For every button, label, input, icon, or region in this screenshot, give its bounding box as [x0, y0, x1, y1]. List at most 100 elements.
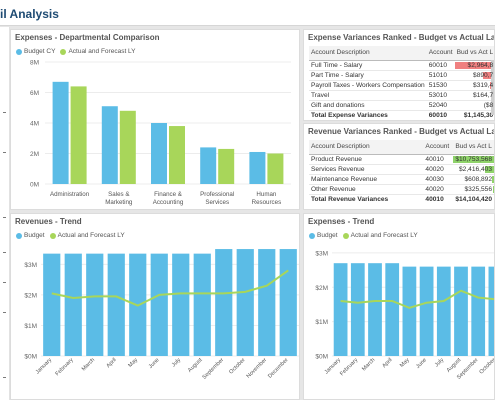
x-tick-label: Sales & — [108, 191, 130, 198]
x-tick-label: October — [478, 357, 495, 375]
cell-variance: $890,7 — [454, 70, 494, 81]
x-tick-label: September — [202, 357, 226, 381]
column-header-bud-vs-act[interactable]: Bud vs Act L — [453, 140, 494, 155]
cell-account-description: Gift and donations — [309, 100, 427, 111]
edge-mark — [3, 217, 6, 218]
cell-account-description: Travel — [309, 90, 427, 101]
bar-budget — [419, 266, 434, 356]
table-row[interactable]: Travel 53010 $164,7 — [309, 90, 494, 101]
legend-item-actual-ly[interactable]: Actual and Forecast LY — [49, 232, 125, 239]
total-label: Total Expense Variances — [309, 109, 427, 120]
column-header-account[interactable]: Account — [423, 140, 454, 155]
cell-variance: $2,416,403 — [453, 164, 494, 175]
variance-bar — [492, 185, 494, 193]
expense-variances-panel: Expense Variances Ranked - Budget vs Act… — [303, 29, 495, 121]
revenues-trend-panel: Revenues - Trend Budget Actual and Forec… — [10, 213, 300, 400]
legend-swatch — [342, 232, 349, 239]
expenses-trend-chart: $0M$1M$2M$3MJanuaryFebruary March April May… — [315, 250, 495, 381]
x-tick-label: December — [267, 357, 290, 380]
panel-title: Expenses - Departmental Comparison — [15, 33, 160, 42]
departmental-bar-chart: 0M 2M 4M 6M 8M Administration Sales &Marketing… — [30, 60, 291, 206]
cell-account: 40020 — [423, 184, 454, 195]
legend-swatch — [16, 48, 22, 55]
total-value: $1,145,30 — [454, 109, 494, 120]
legend-label: Budget CY — [24, 48, 56, 55]
x-tick-label: Administration — [50, 191, 90, 198]
legend-item-actual-ly[interactable]: Actual and Forecast LY — [60, 48, 136, 55]
bar-budget — [107, 253, 125, 356]
page-title: il Analysis — [0, 7, 59, 21]
bar-budget — [258, 249, 276, 356]
left-edge-strip — [0, 27, 10, 400]
cell-account: 52040 — [426, 100, 455, 111]
bar-actual — [218, 148, 235, 184]
cell-account-description: Services Revenue — [309, 164, 424, 175]
x-tick-label: Accounting — [153, 199, 184, 206]
legend-item-budget[interactable]: Budget — [16, 232, 45, 239]
x-tick-label: June — [415, 357, 428, 370]
bar-budget — [333, 263, 348, 356]
bar-budget — [279, 249, 297, 356]
legend-swatch — [16, 232, 22, 239]
x-tick-label: July — [171, 357, 182, 368]
cell-account: 51010 — [426, 70, 455, 81]
legend-label: Budget — [317, 232, 338, 239]
table-row[interactable]: Product Revenue 40010 $10,753,568 — [309, 154, 494, 165]
bar-budget — [101, 106, 118, 184]
total-account: 60010 — [426, 109, 455, 120]
legend-label: Actual and Forecast LY — [350, 232, 418, 239]
expense-variances-table: Account Description Account Bud vs Act L… — [309, 46, 494, 120]
chart-legend: Budget CY Actual and Forecast LY — [16, 48, 141, 55]
bar-budget — [193, 253, 211, 356]
table-row[interactable]: Other Revenue 40020 $325,556 — [309, 184, 494, 195]
cell-account: 40030 — [423, 174, 454, 185]
column-header-account-description[interactable]: Account Description — [309, 140, 424, 155]
y-tick-label: 2M — [30, 151, 39, 158]
column-header-account[interactable]: Account — [426, 46, 455, 61]
variance-value: $608,892 — [464, 175, 492, 183]
table-row[interactable]: Services Revenue 40020 $2,416,403 — [309, 164, 494, 175]
legend-item-budget-cy[interactable]: Budget CY — [16, 48, 55, 55]
x-tick-label: Human — [256, 191, 277, 198]
expenses-trend-panel: Expenses - Trend Budget Actual and Forec… — [303, 213, 495, 400]
table-row[interactable]: Full Time - Salary 60010 $2,964,8 — [309, 60, 494, 71]
bar-budget — [436, 266, 451, 356]
bar-budget — [64, 253, 82, 356]
variance-value: $319,4 — [473, 81, 494, 89]
cell-variance: $2,964,8 — [454, 60, 494, 71]
bar-budget — [385, 263, 400, 356]
y-tick-label: $0M — [315, 354, 328, 361]
panel-title: Expenses - Trend — [308, 217, 375, 226]
legend-item-actual-ly[interactable]: Actual and Forecast LY — [342, 232, 418, 239]
legend-label: Actual and Forecast LY — [68, 48, 136, 55]
bar-budget — [151, 123, 167, 184]
legend-swatch — [309, 232, 315, 239]
bar-budget — [236, 249, 254, 356]
total-value: $14,104,420 — [453, 193, 494, 204]
bar-actual — [267, 153, 284, 184]
table-row[interactable]: Maintenance Revenue 40030 $608,892 — [309, 174, 494, 185]
edge-mark — [3, 312, 6, 313]
bar-budget — [454, 266, 468, 356]
y-tick-label: $2M — [315, 285, 328, 292]
bar-budget — [488, 266, 494, 356]
table-header-row: Account Description Account Bud vs Act L — [309, 46, 494, 61]
table-row[interactable]: Gift and donations 52040 ($8 — [309, 100, 494, 111]
table-row[interactable]: Payroll Taxes - Workers Compensation 5153… — [309, 80, 494, 91]
y-tick-label: $0M — [24, 354, 37, 361]
legend-label: Budget — [24, 232, 45, 239]
column-header-account-description[interactable]: Account Description — [309, 46, 427, 61]
variance-value: $164,7 — [473, 91, 494, 99]
y-tick-label: 6M — [30, 90, 39, 97]
cell-account: 60010 — [426, 60, 455, 71]
legend-item-budget[interactable]: Budget — [309, 232, 338, 239]
variance-value: $325,556 — [464, 185, 492, 193]
x-tick-label: January — [35, 357, 53, 375]
bar-actual — [169, 126, 185, 184]
edge-mark — [3, 112, 6, 113]
column-header-bud-vs-act[interactable]: Bud vs Act L — [454, 46, 494, 61]
x-tick-label: May — [399, 357, 411, 369]
y-tick-label: 4M — [30, 121, 39, 128]
table-row[interactable]: Part Time - Salary 51010 $890,7 — [309, 70, 494, 81]
x-tick-label: February — [55, 357, 75, 377]
